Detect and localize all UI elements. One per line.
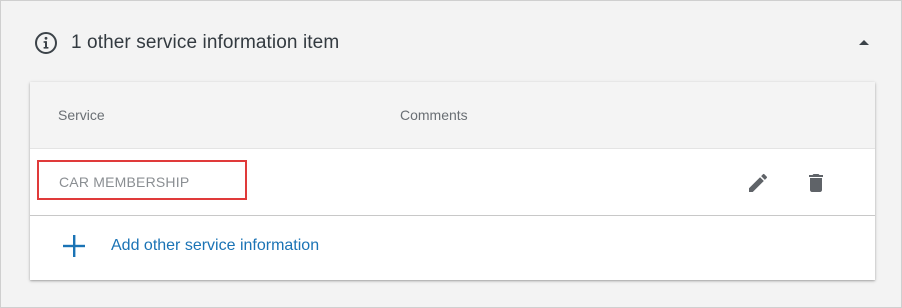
column-header-comments: Comments xyxy=(400,107,468,123)
add-service-info-button[interactable]: Add other service information xyxy=(30,216,875,280)
section-title: 1 other service information item xyxy=(71,32,340,53)
service-info-panel: 1 other service information item Service… xyxy=(0,0,902,308)
edit-pencil-icon[interactable] xyxy=(746,171,770,195)
table-row: CAR MEMBERSHIP xyxy=(30,149,875,216)
caret-up-icon[interactable] xyxy=(857,36,871,48)
add-service-info-label[interactable]: Add other service information xyxy=(111,237,319,255)
plus-icon xyxy=(63,235,85,257)
section-header[interactable]: 1 other service information item xyxy=(2,2,900,82)
info-circle-icon xyxy=(35,32,57,54)
service-value: CAR MEMBERSHIP xyxy=(59,174,190,190)
table-header: Service Comments xyxy=(30,82,875,149)
column-header-service: Service xyxy=(58,107,105,123)
service-cell-highlight: CAR MEMBERSHIP xyxy=(37,160,247,200)
delete-trash-icon[interactable] xyxy=(804,171,828,195)
service-table-card: Service Comments CAR MEMBERSHIP Add othe… xyxy=(30,82,875,280)
